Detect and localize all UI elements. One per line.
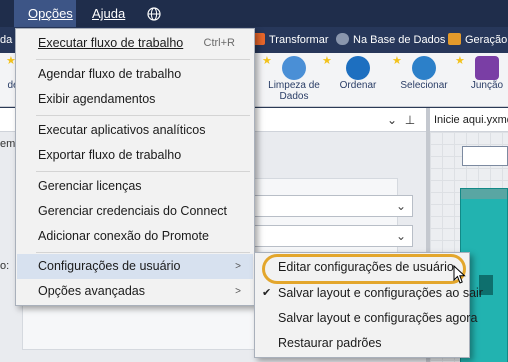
tool-label: Selecionar [400,80,448,91]
menu-item-label: Exibir agendamentos [38,92,156,106]
settings-dropdown-2[interactable]: ⌄ [253,225,413,247]
menu-ajuda[interactable]: Ajuda [92,0,125,27]
menu-separator [36,59,250,60]
menu-item-gerenciar-credenciais[interactable]: Gerenciar credenciais do Connect [17,199,253,224]
menu-item-label: Exportar fluxo de trabalho [38,148,182,162]
chevron-down-icon[interactable]: ⌄ [384,112,400,128]
menu-item-label: Gerenciar credenciais do Connect [38,204,227,218]
submenu-item-label: Salvar layout e configurações ao sair [278,286,483,300]
favorite-star-icon[interactable]: ★ [262,54,272,67]
chevron-right-icon: > [235,286,241,297]
menu-item-executar-aplicativos[interactable]: Executar aplicativos analíticos [17,118,253,143]
canvas-container[interactable] [462,146,508,166]
chevron-down-icon: ⌄ [395,229,406,243]
menu-item-opcoes-avancadas[interactable]: Opções avançadas > [17,279,253,304]
submenu-item-salvar-agora[interactable]: Salvar layout e configurações agora [256,306,477,331]
menu-item-label: Adicionar conexão do Promote [38,229,209,243]
favorite-star-icon[interactable]: ★ [455,54,465,67]
chevron-down-icon: ⌄ [395,199,406,213]
favorite-star-icon[interactable]: ★ [392,54,402,67]
select-icon [412,56,436,80]
join-icon [475,56,499,80]
globe-icon[interactable] [147,7,161,21]
database-icon [336,33,349,45]
menu-opcoes[interactable]: Opções [14,0,76,27]
menu-item-exibir-agendamentos[interactable]: Exibir agendamentos [17,87,253,112]
category-label: Transformar [269,34,329,46]
sort-icon [346,56,370,80]
menu-item-label: Agendar fluxo de trabalho [38,67,182,81]
menu-separator [36,171,250,172]
category-label: da [0,34,13,46]
menu-item-gerenciar-licencas[interactable]: Gerenciar licenças [17,174,253,199]
menu-item-label: Configurações de usuário [38,259,181,273]
category-label: Geração d [465,34,508,46]
checkmark-icon: ✔ [262,287,272,299]
menu-separator [36,115,250,116]
options-menu: Executar fluxo de trabalho Ctrl+R Agenda… [15,28,255,306]
menu-item-adicionar-conexao[interactable]: Adicionar conexão do Promote [17,224,253,249]
submenu-item-label: Restaurar padrões [278,336,382,350]
workflow-tab-label: Inicie aqui.yxmd [434,114,508,126]
category-label: Na Base de Dados [353,34,446,46]
menu-item-shortcut: Ctrl+R [203,37,235,49]
submenu-item-restaurar-padroes[interactable]: Restaurar padrões [256,331,468,356]
container-header [461,189,507,199]
category-tab-geracao[interactable]: Geração d [448,27,508,53]
pin-icon[interactable]: ⊥ [402,112,418,128]
chevron-right-icon: > [235,261,241,272]
menu-bar: Opções Ajuda [0,0,508,27]
workflow-tab[interactable]: Inicie aqui.yxmd [430,108,508,132]
setting-label: o: [0,260,10,272]
settings-dropdown-1[interactable]: ⌄ [253,195,413,217]
mouse-cursor-icon [453,265,466,284]
category-tab-base-de-dados[interactable]: Na Base de Dados [336,27,445,53]
menu-opcoes-label: Opções [28,6,73,21]
menu-item-label: Gerenciar licenças [38,179,142,193]
highlight-ring [262,254,466,284]
menu-item-label: Executar fluxo de trabalho [38,36,184,50]
tool-ordenar[interactable]: Ordenar [326,53,390,107]
menu-item-agendar-fluxo[interactable]: Agendar fluxo de trabalho [17,62,253,87]
menu-separator [36,252,250,253]
menu-item-configuracoes-usuario[interactable]: Configurações de usuário > [17,254,253,279]
tool-label: Ordenar [339,80,377,91]
menu-item-label: Opções avançadas [38,284,146,298]
menu-ajuda-label: Ajuda [92,6,126,21]
document-icon [448,33,461,45]
category-tab-transformar[interactable]: Transformar [252,27,329,53]
menu-item-executar-fluxo[interactable]: Executar fluxo de trabalho Ctrl+R [17,31,253,56]
data-cleansing-icon [282,56,306,80]
favorite-star-icon[interactable]: ★ [322,54,332,67]
menu-item-label: Executar aplicativos analíticos [38,123,206,137]
submenu-item-salvar-ao-sair[interactable]: ✔ Salvar layout e configurações ao sair [256,281,483,306]
category-tab-partial[interactable]: da [0,27,12,53]
menu-item-exportar-fluxo[interactable]: Exportar fluxo de trabalho [17,143,253,168]
tool-label: Limpeza de Dados [268,80,320,102]
tool-label: Junção [470,80,504,91]
submenu-item-label: Salvar layout e configurações agora [278,311,478,325]
